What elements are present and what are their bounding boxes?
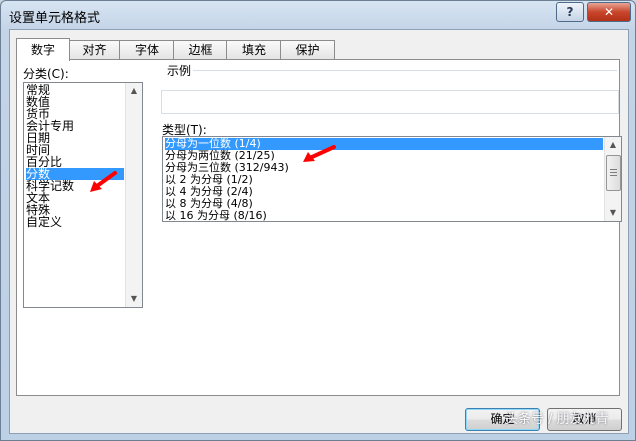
sample-label: 示例 (165, 62, 194, 79)
type-scrollbar[interactable]: ▲ ▼ (604, 137, 621, 221)
tab-fill[interactable]: 填充 (226, 40, 282, 60)
tab-border[interactable]: 边框 (173, 40, 228, 60)
type-list[interactable]: 分母为一位数 (1/4) 分母为两位数 (21/25) 分母为三位数 (312/… (162, 136, 622, 222)
group-divider (169, 70, 617, 71)
close-button[interactable]: ✕ (587, 2, 631, 22)
category-list[interactable]: 常规 数值 货币 会计专用 日期 时间 百分比 分数 科学记数 文本 特殊 自定… (23, 82, 143, 308)
help-button[interactable]: ? (556, 2, 584, 22)
dialog-title: 设置单元格格式 (9, 11, 101, 26)
title-bar[interactable]: 设置单元格格式 ? ✕ (1, 1, 635, 27)
number-tab-panel: 分类(C): 常规 数值 货币 会计专用 日期 时间 百分比 分数 科学记数 文… (16, 59, 622, 396)
scroll-up-arrow-icon[interactable]: ▲ (126, 83, 142, 99)
sample-preview (161, 90, 619, 114)
dialog-body: 数字 对齐 字体 边框 填充 保护 分类(C): 常规 数值 货币 会计专用 日… (9, 29, 629, 434)
annotation-arrow-icon (90, 171, 117, 192)
category-scrollbar[interactable]: ▲ ▼ (125, 83, 142, 307)
tab-number[interactable]: 数字 (16, 38, 70, 61)
sample-group: 示例 (159, 60, 619, 118)
scroll-down-arrow-icon[interactable]: ▼ (126, 291, 142, 307)
tab-font[interactable]: 字体 (119, 40, 175, 60)
tab-protection[interactable]: 保护 (280, 40, 335, 60)
scroll-thumb[interactable] (606, 155, 621, 191)
format-cells-dialog: 设置单元格格式 ? ✕ 数字 对齐 字体 边框 填充 保护 分类(C): 常规 … (0, 0, 636, 441)
scroll-up-arrow-icon[interactable]: ▲ (605, 137, 621, 153)
watermark: 头条号 / 朋友九青 (505, 412, 609, 427)
scroll-down-arrow-icon[interactable]: ▼ (605, 205, 621, 221)
tab-alignment[interactable]: 对齐 (68, 40, 121, 60)
list-item[interactable]: 以 16 为分母 (8/16) (165, 210, 267, 222)
annotation-arrow-icon (303, 145, 336, 162)
category-label: 分类(C): (23, 67, 69, 81)
list-item[interactable]: 自定义 (26, 216, 124, 228)
